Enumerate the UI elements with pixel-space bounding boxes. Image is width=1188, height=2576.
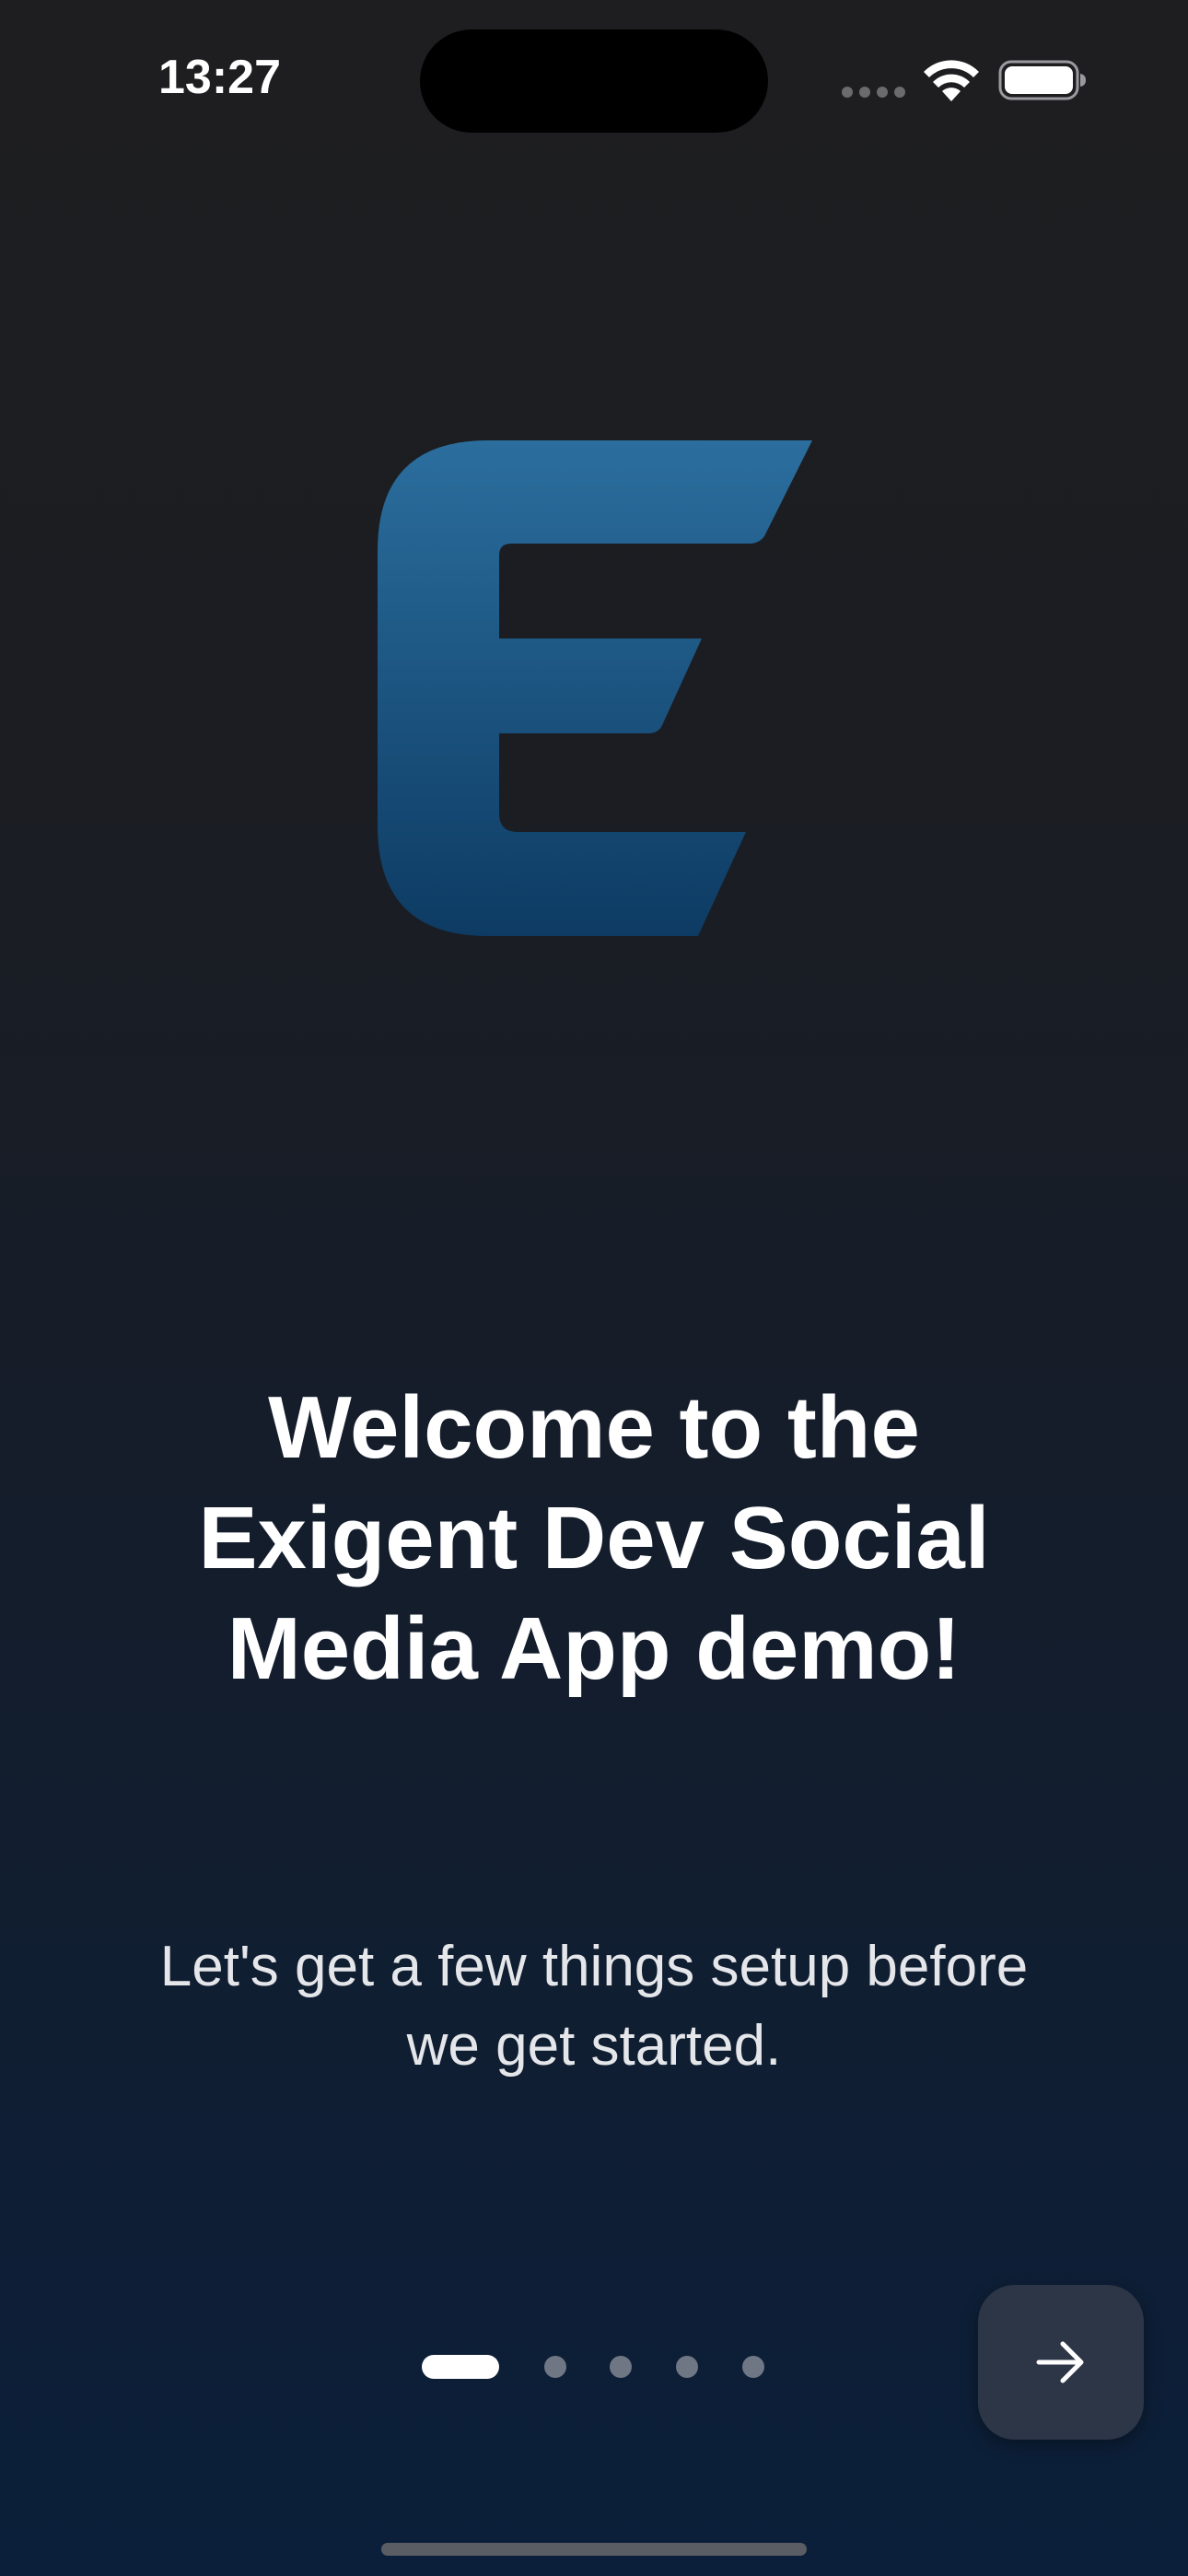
battery-icon [998,60,1086,100]
headline-line: Welcome to the [268,1378,920,1477]
welcome-headline: Welcome to the Exigent Dev Social Media … [111,1373,1077,1704]
next-button[interactable] [978,2285,1144,2440]
subtitle-line: Let's get a few things setup before [159,1935,1029,1998]
exigent-e-logo-icon [378,440,812,936]
page-dot[interactable] [544,2356,566,2378]
page-dot[interactable] [742,2356,764,2378]
headline-line: Media App demo! [227,1599,961,1698]
home-indicator[interactable] [381,2543,807,2556]
subtitle-line: we get started. [406,2014,782,2078]
page-dot[interactable] [610,2356,632,2378]
status-time: 13:27 [158,51,281,104]
onboarding-screen: 13:27 Welcome to the Exigent Dev Social … [0,0,1188,2576]
onboarding-subtitle: Let's get a few things setup before we g… [64,1927,1124,2086]
cellular-signal-icon [842,87,906,98]
headline-line: Exigent Dev Social [198,1489,990,1587]
dynamic-island [420,29,768,133]
wifi-icon [924,60,979,101]
arrow-right-icon [1036,2341,1084,2383]
page-indicator [422,2355,772,2379]
page-dot-active[interactable] [422,2355,499,2379]
page-dot[interactable] [676,2356,698,2378]
